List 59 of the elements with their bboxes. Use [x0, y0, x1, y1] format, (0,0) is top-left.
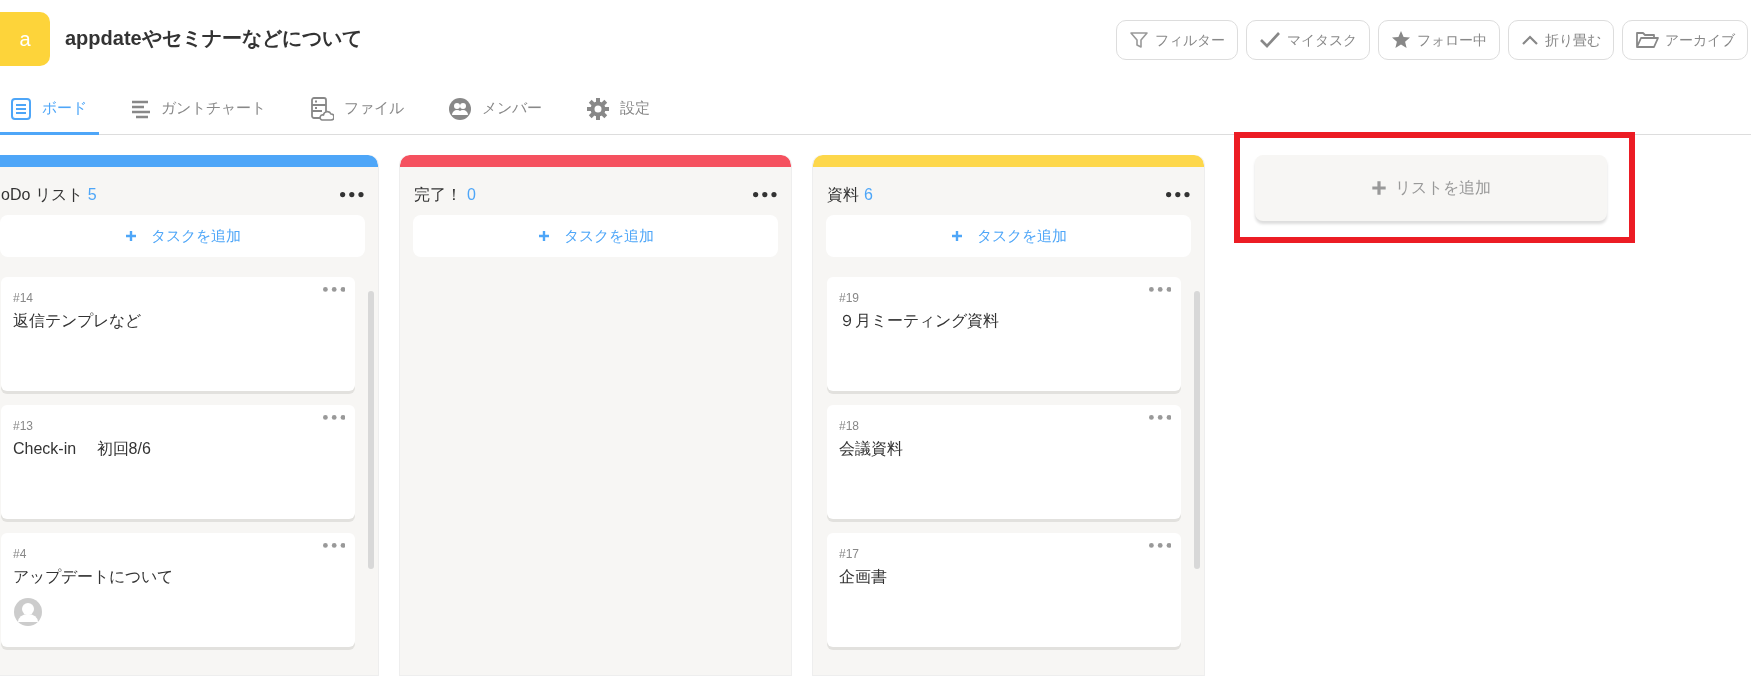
list-title: oDo リスト	[1, 185, 83, 205]
add-task-button[interactable]: タスクを追加	[826, 215, 1191, 257]
task-number: #13	[13, 418, 34, 435]
tab[interactable]: ボード	[0, 85, 99, 135]
bars-icon	[131, 98, 151, 119]
task-card[interactable]: #18 会議資料	[827, 405, 1181, 519]
task-card[interactable]: #17 企画書	[827, 533, 1181, 647]
scrollbar[interactable]	[1194, 291, 1200, 569]
task-number: #4	[13, 546, 27, 563]
tab[interactable]: ガントチャート	[121, 85, 278, 135]
gear-icon	[586, 96, 610, 121]
task-title: Check-in 初回8/6	[13, 439, 151, 459]
server-cloud-icon	[310, 95, 334, 122]
task-card[interactable]: #19 ９月ミーティング資料	[827, 277, 1181, 391]
check-button[interactable]: マイタスク	[1246, 20, 1370, 60]
task-number: #18	[839, 418, 860, 435]
star-icon	[1391, 30, 1411, 50]
task-number: #19	[839, 290, 860, 307]
task-count: 5	[87, 185, 97, 205]
task-card[interactable]: #4 アップデートについて	[1, 533, 355, 647]
task-card[interactable]: #14 返信テンプレなど	[1, 277, 355, 391]
task-title: アップデートについて	[13, 567, 173, 587]
list-icon	[10, 96, 32, 121]
filter-button[interactable]: フィルター	[1116, 20, 1238, 60]
add-task-button[interactable]: タスクを追加	[0, 215, 365, 257]
folder-button[interactable]: アーカイブ	[1622, 20, 1748, 60]
plus-icon	[950, 230, 963, 242]
task-count: 0	[467, 185, 476, 205]
tab[interactable]: 設定	[576, 85, 662, 135]
task-title: 企画書	[839, 567, 887, 587]
plus-icon	[537, 230, 550, 242]
add-list-button[interactable]: リストを追加	[1255, 155, 1607, 221]
collapse-button[interactable]: 折り畳む	[1508, 20, 1614, 60]
task-title: ９月ミーティング資料	[839, 311, 999, 331]
caret-up-icon	[1521, 34, 1539, 46]
list-title: 完了！	[414, 185, 462, 205]
project-logo: a	[0, 12, 50, 66]
project-title: appdateやセミナーなどについて	[65, 26, 362, 51]
filter-icon	[1129, 30, 1149, 50]
task-title: 会議資料	[839, 439, 903, 459]
task-count: 6	[864, 185, 873, 205]
task-title: 返信テンプレなど	[13, 311, 141, 331]
tab[interactable]: メンバー	[438, 85, 554, 135]
task-number: #14	[13, 290, 34, 307]
plus-icon	[1371, 180, 1387, 196]
add-task-button[interactable]: タスクを追加	[413, 215, 778, 257]
more-icon[interactable]	[340, 192, 364, 198]
more-icon[interactable]	[1166, 192, 1190, 198]
people-icon	[448, 96, 472, 121]
scrollbar[interactable]	[368, 291, 374, 569]
task-card[interactable]: #13 Check-in 初回8/6	[1, 405, 355, 519]
list-title: 資料	[827, 185, 859, 205]
task-number: #17	[839, 546, 860, 563]
check-icon	[1259, 30, 1281, 50]
plus-icon	[124, 230, 137, 242]
more-icon[interactable]	[753, 192, 777, 198]
folder-icon	[1635, 30, 1659, 50]
tab[interactable]: ファイル	[300, 85, 416, 135]
star-button[interactable]: フォロー中	[1378, 20, 1500, 60]
